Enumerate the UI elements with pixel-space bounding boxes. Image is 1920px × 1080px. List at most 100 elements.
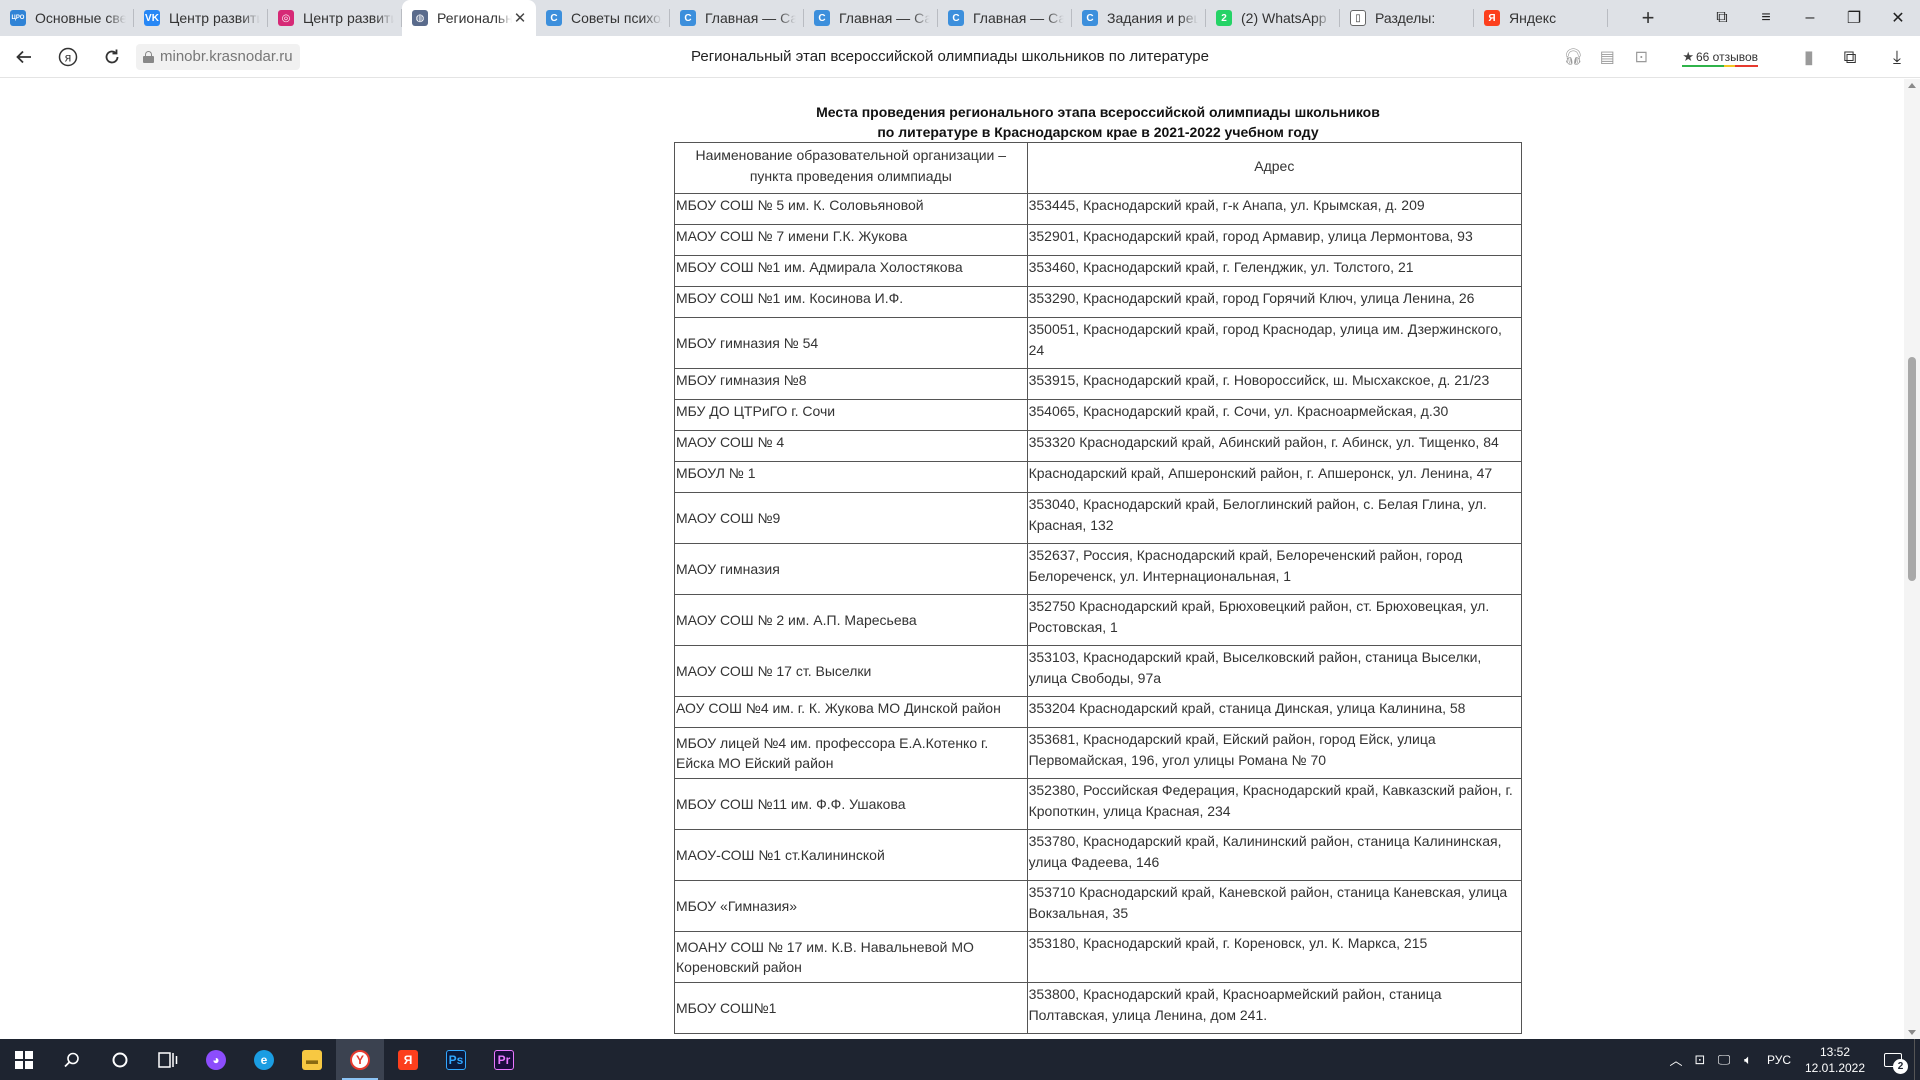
taskbar-app[interactable]: ◕ — [192, 1039, 240, 1080]
meet-now-icon[interactable]: ⊡ — [1688, 1052, 1712, 1068]
venue-name: МБОУ СОШ № 5 им. К. Соловьяновой — [674, 193, 1028, 225]
taskbar-app[interactable]: ▬ — [288, 1039, 336, 1080]
network-icon[interactable]: 🖵︎ — [1712, 1052, 1736, 1068]
edu-site-icon: ЦРО — [10, 10, 26, 26]
taskbar-app[interactable]: Ps — [432, 1039, 480, 1080]
venue-name: МАОУ-СОШ №1 ст.Калининской — [674, 829, 1028, 881]
tab-label: Основные сведения — [35, 10, 126, 26]
venue-name: МБОУ СОШ №11 им. Ф.Ф. Ушакова — [674, 778, 1028, 830]
tab-label: Разделы: — [1375, 10, 1436, 26]
table-row: МАОУ СОШ №9 353040, Краснодарский край, Б… — [674, 492, 1523, 544]
vertical-scrollbar[interactable] — [1904, 79, 1920, 1039]
browser-tab[interactable]: C Советы психолога — [536, 0, 670, 36]
menu-icon[interactable]: ≡ — [1744, 0, 1788, 36]
reload-button[interactable] — [90, 36, 134, 78]
tab-list-icon[interactable]: ⧉ — [1700, 0, 1744, 36]
venue-name: МБУ ДО ЦТРиГО г. Сочи — [674, 399, 1028, 431]
back-button[interactable] — [2, 36, 46, 78]
venue-name: МАОУ СОШ № 7 имени Г.К. Жукова — [674, 224, 1028, 256]
downloads-icon[interactable]: ⤓ — [1874, 36, 1920, 78]
site-c-icon: C — [546, 10, 562, 26]
browser-tab[interactable]: C Главная — Сайт — [670, 0, 804, 36]
table-row: МАОУ СОШ № 7 имени Г.К. Жукова 352901, Кр… — [674, 224, 1523, 256]
collections-icon[interactable]: ⧉ — [1826, 36, 1874, 78]
translate-icon[interactable]: ⊡ — [1624, 36, 1658, 78]
lock-icon — [143, 50, 154, 63]
venue-address: 350051, Краснодарский край, город Красно… — [1026, 317, 1523, 369]
browser-tab[interactable]: VK Центр развития — [134, 0, 268, 36]
bookmark-icon[interactable]: ▮ — [1792, 36, 1826, 78]
table-row: МБОУЛ № 1 Краснодарский край, Апшеронский… — [674, 461, 1523, 493]
yandex-icon: Я — [398, 1049, 418, 1070]
tab-label: Центр развития — [303, 10, 394, 26]
taskbar-app[interactable]: Я — [384, 1039, 432, 1080]
tab-strip: ЦРО Основные сведения VK Центр развития ◎ Цен… — [0, 0, 1920, 36]
venue-name: МАОУ СОШ № 4 — [674, 430, 1028, 462]
volume-icon[interactable]: 🔈︎ — [1736, 1052, 1760, 1068]
table-row: МБОУ «Гимназия» 353710 Краснодарский край… — [674, 880, 1523, 932]
reviews-badge[interactable]: ★ 66 отзывов — [1672, 36, 1768, 78]
venue-address: 353103, Краснодарский край, Выселковский… — [1026, 645, 1523, 697]
new-tab-button[interactable]: + — [1628, 0, 1668, 36]
venue-address: 354065, Краснодарский край, г. Сочи, ул.… — [1026, 399, 1523, 431]
table-row: МАОУ СОШ № 4 353320 Краснодарский край, А… — [674, 430, 1523, 462]
whatsapp-icon: 2 — [1216, 10, 1232, 26]
browser-tab[interactable]: C Главная — Сайт — [804, 0, 938, 36]
yandex-icon: Я — [1484, 10, 1500, 26]
show-desktop-button[interactable] — [1914, 1039, 1920, 1080]
photoshop-icon: Ps — [446, 1049, 466, 1070]
maximize-icon[interactable]: ❐ — [1832, 0, 1876, 36]
yandex-home-button[interactable]: я — [46, 36, 90, 78]
taskbar-apps: ◕ e ▬ Y Я Ps Pr — [192, 1039, 528, 1080]
clock[interactable]: 13:52 12.01.2022 — [1798, 1044, 1872, 1076]
tab-label: Центр развития — [169, 10, 260, 26]
search-button[interactable] — [48, 1039, 96, 1080]
url-field[interactable]: minobr.krasnodar.ru — [136, 43, 300, 70]
notification-count: 2 — [1893, 1059, 1908, 1074]
table-row: МОАНУ СОШ № 17 им. К.В. Навальневой МО К… — [674, 931, 1523, 983]
venue-name: МАОУ СОШ № 17 ст. Выселки — [674, 645, 1028, 697]
browser-tab[interactable]: C Задания и решения — [1072, 0, 1206, 36]
taskbar-app[interactable]: Pr — [480, 1039, 528, 1080]
minimize-icon[interactable]: – — [1788, 0, 1832, 36]
browser-tab[interactable]: ◍ Региональный✕ — [402, 0, 536, 36]
action-center-button[interactable]: 2 — [1872, 1039, 1914, 1080]
browser-tab[interactable]: ◎ Центр развития — [268, 0, 402, 36]
scroll-up-icon[interactable] — [1908, 83, 1916, 88]
venue-name: МБОУ СОШ №1 им. Косинова И.Ф. — [674, 286, 1028, 318]
reader-mode-icon[interactable]: ▤ — [1590, 36, 1624, 78]
venue-name: МБОУ гимназия №8 — [674, 368, 1028, 400]
taskbar-app[interactable]: Y — [336, 1039, 384, 1080]
tab-label: Главная — Сайт — [705, 10, 796, 26]
heading-line-2: по литературе в Краснодарском крае в 202… — [877, 124, 1319, 140]
tab-label: Главная — Сайт — [839, 10, 930, 26]
table-row: АОУ СОШ №4 им. г. К. Жукова МО Динской р… — [674, 696, 1523, 728]
taskbar: ◕ e ▬ Y Я Ps Pr ︿ ⊡ 🖵︎ 🔈︎ РУС 13:52 12.01.2022… — [0, 1039, 1920, 1080]
show-hidden-icons[interactable]: ︿ — [1664, 1050, 1688, 1069]
venue-name: МБОУ «Гимназия» — [674, 880, 1028, 932]
heading-line-1: Места проведения регионального этапа все… — [816, 104, 1380, 120]
headphones-icon[interactable]: 🎧︎ — [1556, 36, 1590, 78]
close-tab-icon[interactable]: ✕ — [512, 9, 528, 27]
cortana-button[interactable] — [96, 1039, 144, 1080]
back-arrow-icon — [16, 50, 31, 63]
scroll-down-icon[interactable] — [1908, 1030, 1916, 1035]
close-window-icon[interactable]: ✕ — [1876, 0, 1920, 36]
browser-tab[interactable]: Я Яндекс — [1474, 0, 1608, 36]
page-content: Места проведения регионального этапа все… — [0, 79, 1904, 1039]
browser-tab[interactable]: ▯ Разделы: — [1340, 0, 1474, 36]
browser-tab[interactable]: ЦРО Основные сведения — [0, 0, 134, 36]
table-row: МБОУ СОШ №1 им. Косинова И.Ф. 353290, Кра… — [674, 286, 1523, 318]
globe-icon: ◍ — [412, 10, 428, 26]
venue-address: 352637, Россия, Краснодарский край, Бело… — [1026, 543, 1523, 595]
scroll-thumb[interactable] — [1908, 357, 1916, 581]
table-heading: Места проведения регионального этапа все… — [674, 102, 1522, 142]
language-indicator[interactable]: РУС — [1760, 1053, 1798, 1067]
task-view-button[interactable] — [144, 1039, 192, 1080]
browser-tab[interactable]: 2 (2) WhatsApp — [1206, 0, 1340, 36]
taskbar-app[interactable]: e — [240, 1039, 288, 1080]
browser-tab[interactable]: C Главная — Сайт — [938, 0, 1072, 36]
tab-label: Задания и решения — [1107, 10, 1198, 26]
venue-name: МАОУ гимназия — [674, 543, 1028, 595]
start-button[interactable] — [0, 1039, 48, 1080]
